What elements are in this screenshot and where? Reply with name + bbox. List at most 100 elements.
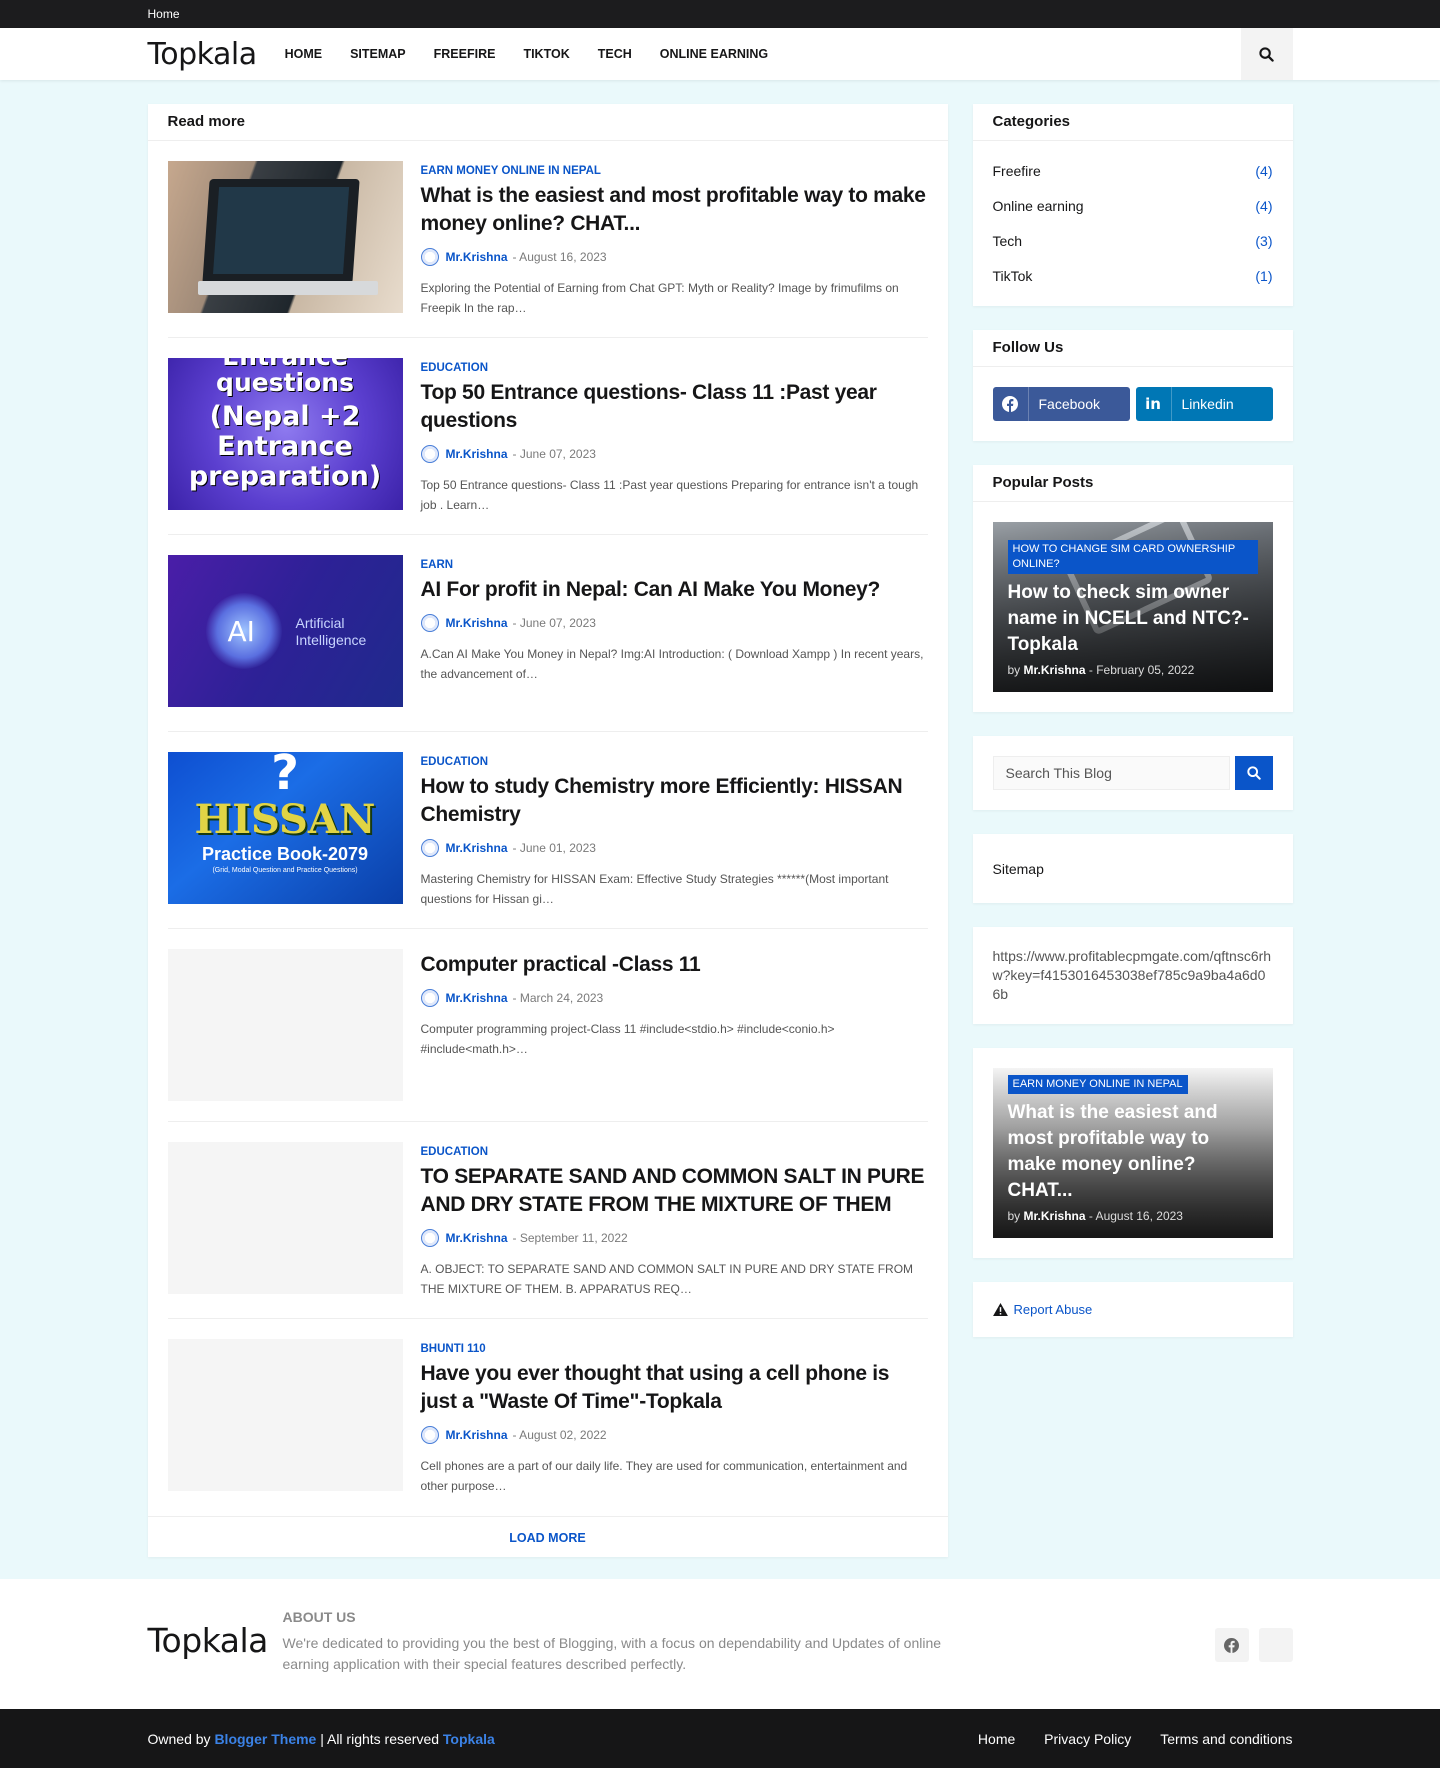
post-author[interactable]: Mr.Krishna	[446, 1428, 508, 1442]
post-item: EARN MONEY ONLINE IN NEPAL What is the e…	[167, 141, 928, 338]
post-item: Computer practical -Class 11 Mr.Krishna …	[167, 929, 928, 1122]
post-title[interactable]: Top 50 Entrance questions- Class 11 :Pas…	[421, 381, 877, 432]
post-thumbnail[interactable]: ? HISSAN Practice Book-2079 (Grid, Modal…	[167, 752, 403, 904]
footer-link-privacy[interactable]: Privacy Policy	[1044, 1731, 1131, 1747]
linkedin-button[interactable]: in Linkedin	[1135, 387, 1273, 421]
post-title[interactable]: What is the easiest and most profitable …	[421, 184, 926, 235]
post-date: - March 24, 2023	[512, 991, 604, 1005]
footer-link-terms[interactable]: Terms and conditions	[1160, 1731, 1292, 1747]
footer-copyright: Owned by Blogger Theme | All rights rese…	[147, 1730, 495, 1747]
post-item: Entrance questions (Nepal +2 Entrance pr…	[167, 338, 928, 535]
nav-home[interactable]: HOME	[285, 28, 337, 80]
post-date: - August 16, 2023	[512, 250, 607, 264]
post-meta: Mr.Krishna - June 01, 2023	[420, 839, 928, 857]
post-title[interactable]: How to study Chemistry more Efficiently:…	[421, 775, 903, 826]
post-author[interactable]: Mr.Krishna	[446, 447, 508, 461]
popular-post-card[interactable]: HOW TO CHANGE SIM CARD OWNERSHIP ONLINE?…	[992, 522, 1273, 692]
popular-post-tag[interactable]: HOW TO CHANGE SIM CARD OWNERSHIP ONLINE?	[1007, 540, 1258, 574]
category-item-freefire[interactable]: Freefire (4)	[993, 161, 1273, 181]
post-item: BHUNTI 110 Have you ever thought that us…	[167, 1319, 928, 1516]
footer-bottom: Owned by Blogger Theme | All rights rese…	[0, 1709, 1440, 1768]
featured-post-tag[interactable]: EARN MONEY ONLINE IN NEPAL	[1007, 1075, 1188, 1094]
nav-online-earning[interactable]: ONLINE EARNING	[646, 28, 782, 80]
post-date: - August 02, 2022	[512, 1428, 607, 1442]
post-title[interactable]: Computer practical -Class 11	[421, 953, 701, 976]
category-item-online-earning[interactable]: Online earning (4)	[993, 196, 1273, 216]
post-author[interactable]: Mr.Krishna	[446, 991, 508, 1005]
categories-title: Categories	[972, 104, 1293, 141]
post-snippet: Computer programming project-Class 11 #i…	[420, 1022, 835, 1056]
post-category[interactable]: EDUCATION	[421, 362, 928, 374]
post-category[interactable]: EARN MONEY ONLINE IN NEPAL	[421, 165, 928, 177]
blog-search-input[interactable]	[992, 756, 1230, 790]
posts-panel-title: Read more	[147, 104, 948, 141]
author-avatar	[420, 1229, 439, 1247]
footer-social-button[interactable]	[1258, 1628, 1293, 1662]
post-thumbnail[interactable]	[167, 949, 403, 1101]
post-thumbnail[interactable]	[167, 161, 403, 313]
post-meta: Mr.Krishna - August 02, 2022	[420, 1426, 928, 1444]
topbar-home-link[interactable]: Home	[148, 7, 180, 21]
blog-search-button[interactable]	[1234, 756, 1273, 790]
post-title[interactable]: AI For profit in Nepal: Can AI Make You …	[421, 578, 881, 601]
post-category[interactable]: EDUCATION	[421, 756, 928, 768]
featured-post-title[interactable]: What is the easiest and most profitable …	[1008, 1100, 1258, 1204]
footer-logo[interactable]: Topkala	[148, 1621, 269, 1660]
post-author[interactable]: Mr.Krishna	[446, 250, 508, 264]
post-meta: Mr.Krishna - June 07, 2023	[420, 445, 928, 463]
site-logo[interactable]: Topkala	[148, 37, 258, 72]
post-snippet: A.Can AI Make You Money in Nepal? Img:AI…	[420, 647, 924, 681]
footer-facebook-button[interactable]	[1214, 1628, 1249, 1662]
follow-title: Follow Us	[972, 330, 1293, 367]
nav-sitemap[interactable]: SITEMAP	[336, 28, 420, 80]
post-meta: Mr.Krishna - March 24, 2023	[420, 989, 928, 1007]
category-item-tiktok[interactable]: TikTok (1)	[993, 266, 1273, 286]
post-snippet: Exploring the Potential of Earning from …	[420, 281, 899, 315]
nav-freefire[interactable]: FREEFIRE	[420, 28, 510, 80]
linkedin-icon: in	[1136, 387, 1172, 421]
post-thumbnail[interactable]	[167, 1142, 403, 1294]
footer-about-text: We're dedicated to providing you the bes…	[282, 1635, 942, 1672]
author-avatar	[420, 839, 439, 857]
load-more-button[interactable]: LOAD MORE	[148, 1517, 948, 1557]
post-thumbnail[interactable]: Entrance questions (Nepal +2 Entrance pr…	[167, 358, 403, 510]
report-abuse-link[interactable]: Report Abuse	[1014, 1302, 1093, 1317]
post-date: - June 07, 2023	[512, 447, 596, 461]
popular-posts-widget: Popular Posts HOW TO CHANGE SIM CARD OWN…	[972, 465, 1293, 712]
post-category[interactable]: BHUNTI 110	[421, 1343, 928, 1355]
blogger-theme-link[interactable]: Blogger Theme	[214, 1731, 316, 1747]
header-search-button[interactable]	[1240, 28, 1293, 80]
post-meta: Mr.Krishna - June 07, 2023	[420, 614, 928, 632]
post-date: - September 11, 2022	[512, 1231, 628, 1245]
post-category[interactable]: EDUCATION	[421, 1146, 928, 1158]
post-author[interactable]: Mr.Krishna	[446, 841, 508, 855]
site-name-link[interactable]: Topkala	[443, 1731, 495, 1747]
featured-post-card[interactable]: EARN MONEY ONLINE IN NEPAL What is the e…	[992, 1068, 1273, 1238]
facebook-icon	[993, 387, 1029, 421]
post-title[interactable]: Have you ever thought that using a cell …	[421, 1362, 890, 1413]
post-category[interactable]: EARN	[421, 559, 928, 571]
post-author[interactable]: Mr.Krishna	[446, 616, 508, 630]
post-title[interactable]: TO SEPARATE SAND AND COMMON SALT IN PURE…	[421, 1165, 925, 1216]
sitemap-widget: Sitemap	[972, 834, 1293, 903]
post-item: EDUCATION TO SEPARATE SAND AND COMMON SA…	[167, 1122, 928, 1319]
category-item-tech[interactable]: Tech (3)	[993, 231, 1273, 251]
nav-tiktok[interactable]: TIKTOK	[509, 28, 583, 80]
facebook-button[interactable]: Facebook	[992, 387, 1130, 421]
main-nav: HOME SITEMAP FREEFIRE TIKTOK TECH ONLINE…	[285, 28, 783, 80]
footer-about-title: ABOUT US	[282, 1609, 356, 1625]
footer-links: Home Privacy Policy Terms and conditions	[953, 1731, 1293, 1747]
follow-widget: Follow Us Facebook in Linkedin	[972, 330, 1293, 441]
author-avatar	[420, 1426, 439, 1444]
popular-posts-title: Popular Posts	[972, 465, 1293, 502]
sitemap-link[interactable]: Sitemap	[993, 861, 1044, 877]
sidebar: Categories Freefire (4) Online earning (4)…	[972, 104, 1293, 1361]
post-author[interactable]: Mr.Krishna	[446, 1231, 508, 1245]
nav-tech[interactable]: TECH	[584, 28, 646, 80]
footer-link-home[interactable]: Home	[978, 1731, 1015, 1747]
post-meta: Mr.Krishna - September 11, 2022	[420, 1229, 928, 1247]
post-thumbnail[interactable]	[167, 1339, 403, 1491]
post-thumbnail[interactable]: AI Artificial Intelligence	[167, 555, 403, 707]
popular-post-title[interactable]: How to check sim owner name in NCELL and…	[1008, 580, 1258, 658]
laptop-screen	[201, 179, 360, 284]
